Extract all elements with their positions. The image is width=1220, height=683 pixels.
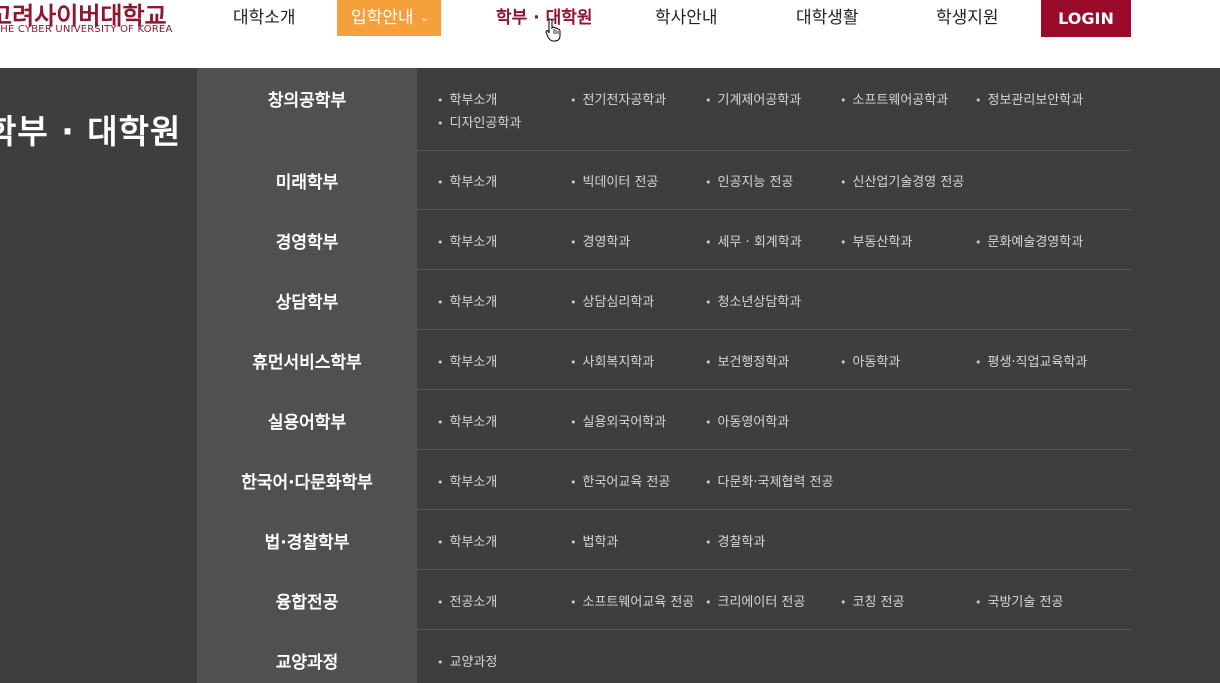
menu-row: 경영학부 학부소개 경영학과 세무 · 회계학과 부동산학과 문화예술경영학과 [197,210,1131,270]
menu-link[interactable]: 평생·직업교육학과 [975,351,1088,370]
menu-link[interactable]: 실용외국어학과 [570,411,667,430]
menu-link[interactable]: 코칭 전공 [840,591,905,610]
menu-category-label[interactable]: 실용어학부 [197,408,417,433]
menu-link[interactable]: 경영학과 [570,231,631,250]
menu-link[interactable]: 신산업기술경영 전공 [840,171,965,190]
hand-cursor-icon [545,18,561,42]
menu-link[interactable]: 기계제어공학과 [705,89,802,108]
menu-link[interactable]: 학부소개 [437,171,498,190]
menu-link[interactable]: 문화예술경영학과 [975,231,1084,250]
menu-link[interactable]: 디자인공학과 [437,112,522,131]
menu-row: 창의공학부 학부소개 전기전자공학과 기계제어공학과 소프트웨어공학과 정보관리보안학과디… [197,68,1131,151]
nav-campus-life[interactable]: 대학생활 [796,0,859,36]
menu-link[interactable]: 부동산학과 [840,231,913,250]
site-header: 고려사이버대학교 THE CYBER UNIVERSITY OF KOREA 대… [0,0,1220,68]
nav-admission[interactable]: 입학안내 ⌄ [337,0,441,36]
nav-student-support[interactable]: 학생지원 [936,0,999,36]
menu-category-label[interactable]: 한국어·다문화학부 [197,468,417,493]
menu-link[interactable]: 전공소개 [437,591,498,610]
menu-link[interactable]: 법학과 [570,531,619,550]
menu-row: 법·경찰학부 학부소개 법학과 경찰학과 [197,510,1131,570]
menu-link[interactable]: 상담심리학과 [570,291,655,310]
menu-link[interactable]: 학부소개 [437,291,498,310]
menu-category-label[interactable]: 상담학부 [197,288,417,313]
menu-link[interactable]: 학부소개 [437,531,498,550]
menu-category-label[interactable]: 휴먼서비스학부 [197,348,417,373]
menu-link[interactable]: 인공지능 전공 [705,171,794,190]
menu-link[interactable]: 소프트웨어교육 전공 [570,591,695,610]
menu-link[interactable]: 청소년상담학과 [705,291,802,310]
nav-admission-label: 입학안내 [351,8,414,28]
nav-academic[interactable]: 학사안내 [655,0,718,36]
menu-link[interactable]: 보건행정학과 [705,351,790,370]
menu-link[interactable]: 아동학과 [840,351,901,370]
menu-link[interactable]: 경찰학과 [705,531,766,550]
menu-link[interactable]: 학부소개 [437,89,498,108]
menu-link[interactable]: 소프트웨어공학과 [840,89,949,108]
login-button[interactable]: LOGIN [1041,0,1131,37]
chevron-down-icon: ⌄ [419,11,429,24]
logo-english[interactable]: THE CYBER UNIVERSITY OF KOREA [0,24,173,35]
menu-category-label[interactable]: 미래학부 [197,168,417,193]
menu-category-label[interactable]: 창의공학부 [197,86,417,111]
menu-category-label[interactable]: 교양과정 [197,648,417,673]
menu-row: 실용어학부 학부소개 실용외국어학과 아동영어학과 [197,390,1131,450]
menu-row: 휴먼서비스학부 학부소개 사회복지학과 보건행정학과 아동학과 평생·직업교육학과 [197,330,1131,390]
menu-row: 교양과정 교양과정 [197,630,1131,683]
menu-link[interactable]: 교양과정 [437,651,498,670]
menu-category-label[interactable]: 융합전공 [197,588,417,613]
menu-link[interactable]: 정보관리보안학과 [975,89,1084,108]
menu-link[interactable]: 학부소개 [437,471,498,490]
menu-link[interactable]: 한국어교육 전공 [570,471,671,490]
menu-link[interactable]: 사회복지학과 [570,351,655,370]
menu-link[interactable]: 크리에이터 전공 [705,591,806,610]
menu-row: 미래학부 학부소개 빅데이터 전공 인공지능 전공 신산업기술경영 전공 [197,150,1131,210]
section-title: 학부 · 대학원 [0,112,182,151]
menu-link[interactable]: 빅데이터 전공 [570,171,659,190]
menu-link[interactable]: 학부소개 [437,231,498,250]
menu-row: 융합전공 전공소개 소프트웨어교육 전공 크리에이터 전공 코칭 전공 국방기술 전공 [197,570,1131,630]
menu-row: 상담학부 학부소개 상담심리학과 청소년상담학과 [197,270,1131,330]
menu-category-label[interactable]: 경영학부 [197,228,417,253]
menu-link[interactable]: 세무 · 회계학과 [705,231,802,250]
nav-about[interactable]: 대학소개 [233,0,296,36]
menu-link[interactable]: 아동영어학과 [705,411,790,430]
menu-link[interactable]: 전기전자공학과 [570,89,667,108]
menu-row: 한국어·다문화학부 학부소개 한국어교육 전공 다문화·국제협력 전공 [197,450,1131,510]
menu-link[interactable]: 국방기술 전공 [975,591,1064,610]
menu-link[interactable]: 학부소개 [437,411,498,430]
menu-link[interactable]: 학부소개 [437,351,498,370]
menu-link[interactable]: 다문화·국제협력 전공 [705,471,834,490]
menu-category-label[interactable]: 법·경찰학부 [197,528,417,553]
